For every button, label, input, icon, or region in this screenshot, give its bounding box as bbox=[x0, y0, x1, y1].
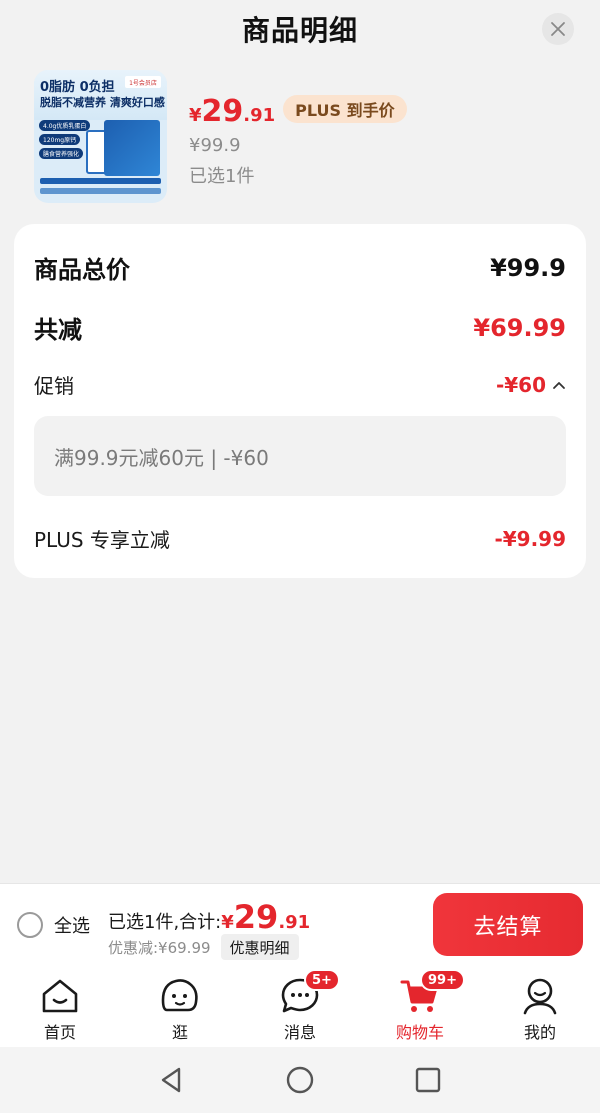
tab-cart[interactable]: 99+ 购物车 bbox=[360, 966, 480, 1047]
discount-row: 优惠减:¥69.99 优惠明细 bbox=[108, 934, 299, 960]
tab-label: 逛 bbox=[171, 1023, 188, 1042]
original-price: ¥99.9 bbox=[189, 135, 241, 156]
promo-detail-box: 满99.9元减60元 | -¥60 bbox=[34, 416, 566, 496]
header: 商品明细 bbox=[0, 0, 600, 58]
plus-discount-row: PLUS 专享立减 -¥9.99 bbox=[34, 524, 566, 553]
price-decimal: .91 bbox=[243, 105, 276, 126]
page-title: 商品明细 bbox=[241, 14, 358, 47]
select-all-checkbox[interactable] bbox=[17, 912, 43, 938]
checkout-button[interactable]: 去结算 bbox=[433, 893, 583, 956]
product-price: ¥ 29 .91 PLUS 到手价 bbox=[189, 94, 407, 129]
product-box bbox=[104, 120, 160, 176]
plus-discount-value: -¥9.99 bbox=[494, 526, 566, 551]
total-reduce-value: ¥69.99 bbox=[473, 313, 566, 342]
total-price-label: 商品总价 bbox=[34, 256, 130, 284]
checkout-total-label: 已选1件,合计: bbox=[108, 912, 222, 933]
plus-price-tag: PLUS 到手价 bbox=[283, 94, 407, 123]
tab-explore[interactable]: 逛 bbox=[120, 966, 240, 1047]
select-all-label[interactable]: 全选 bbox=[54, 912, 90, 938]
tab-home[interactable]: 首页 bbox=[0, 966, 120, 1047]
price-detail-card: 商品总价 ¥99.9 共减 ¥69.99 促销 -¥60 满99.9元减60元 … bbox=[14, 224, 586, 578]
tab-message[interactable]: 5+ 消息 bbox=[240, 966, 360, 1047]
system-nav-bar bbox=[0, 1047, 600, 1113]
price-symbol: ¥ bbox=[189, 105, 202, 126]
promo-detail-text: 满99.9元减60元 | -¥60 bbox=[54, 445, 269, 470]
home-circle-icon bbox=[286, 1066, 314, 1094]
checkout-bar: 全选 已选1件,合计: ¥ 29 .91 优惠减:¥69.99 优惠明细 去结算 bbox=[0, 883, 600, 966]
tab-label: 首页 bbox=[43, 1023, 76, 1042]
tab-profile[interactable]: 我的 bbox=[480, 966, 600, 1047]
price-integer: 29 bbox=[201, 94, 244, 129]
product-image-stripe bbox=[40, 178, 161, 184]
selected-count: 已选1件 bbox=[189, 166, 255, 187]
checkout-price-integer: 29 bbox=[233, 898, 279, 936]
total-price-row: 商品总价 ¥99.9 bbox=[34, 250, 566, 285]
back-triangle-icon bbox=[161, 1067, 181, 1093]
home-icon bbox=[42, 979, 78, 1013]
message-badge: 5+ bbox=[304, 969, 340, 991]
checkout-total: 已选1件,合计: ¥ 29 .91 bbox=[108, 898, 310, 936]
discount-text: 优惠减:¥69.99 bbox=[108, 938, 211, 957]
brand-logo: 1号会员店 bbox=[125, 76, 161, 88]
bottom-tab-bar: 首页 逛 5+ 消息 99+ 购物车 我的 bbox=[0, 966, 600, 1047]
close-button[interactable] bbox=[542, 13, 574, 45]
profile-icon bbox=[523, 978, 557, 1015]
product-image-subline: 脱脂不减营养 清爽好口感 bbox=[40, 96, 165, 109]
nav-back-button[interactable] bbox=[108, 1065, 236, 1095]
recents-square-icon bbox=[415, 1067, 441, 1093]
chevron-up-icon[interactable] bbox=[552, 378, 566, 392]
cart-badge: 99+ bbox=[420, 969, 465, 991]
product-summary: 0脂肪 0负担 脱脂不减营养 清爽好口感 1号会员店 4.0g优质乳蛋白 120… bbox=[34, 70, 407, 204]
promo-amount: -¥60 bbox=[495, 372, 546, 397]
total-reduce-row: 共减 ¥69.99 bbox=[34, 310, 566, 345]
tab-label: 购物车 bbox=[395, 1023, 444, 1042]
product-image[interactable]: 0脂肪 0负担 脱脂不减营养 清爽好口感 1号会员店 4.0g优质乳蛋白 120… bbox=[34, 70, 167, 203]
total-reduce-label: 共减 bbox=[34, 316, 82, 344]
total-price-value: ¥99.9 bbox=[490, 253, 566, 282]
promo-value[interactable]: -¥60 bbox=[496, 373, 566, 397]
explore-icon bbox=[161, 979, 198, 1012]
promo-label: 促销 bbox=[34, 374, 74, 398]
product-image-chip: 膳食营养强化 bbox=[39, 148, 84, 159]
nav-home-button[interactable] bbox=[236, 1065, 364, 1095]
discount-detail-button[interactable]: 优惠明细 bbox=[220, 934, 299, 960]
close-icon bbox=[551, 22, 565, 36]
nav-recents-button[interactable] bbox=[364, 1065, 492, 1095]
checkout-price-decimal: .91 bbox=[278, 912, 311, 933]
product-image-chip: 4.0g优质乳蛋白 bbox=[39, 120, 91, 131]
tab-label: 消息 bbox=[283, 1023, 316, 1042]
product-image-chip: 120mg原钙 bbox=[39, 134, 81, 145]
tab-label: 我的 bbox=[523, 1023, 556, 1042]
product-info: ¥ 29 .91 PLUS 到手价 ¥99.9 已选1件 bbox=[189, 70, 407, 204]
promo-row[interactable]: 促销 -¥60 bbox=[34, 370, 566, 399]
product-image-headline: 0脂肪 0负担 bbox=[40, 80, 115, 95]
plus-discount-label: PLUS 专享立减 bbox=[34, 528, 170, 552]
product-image-stripe bbox=[40, 188, 161, 194]
checkout-price-symbol: ¥ bbox=[221, 912, 234, 933]
